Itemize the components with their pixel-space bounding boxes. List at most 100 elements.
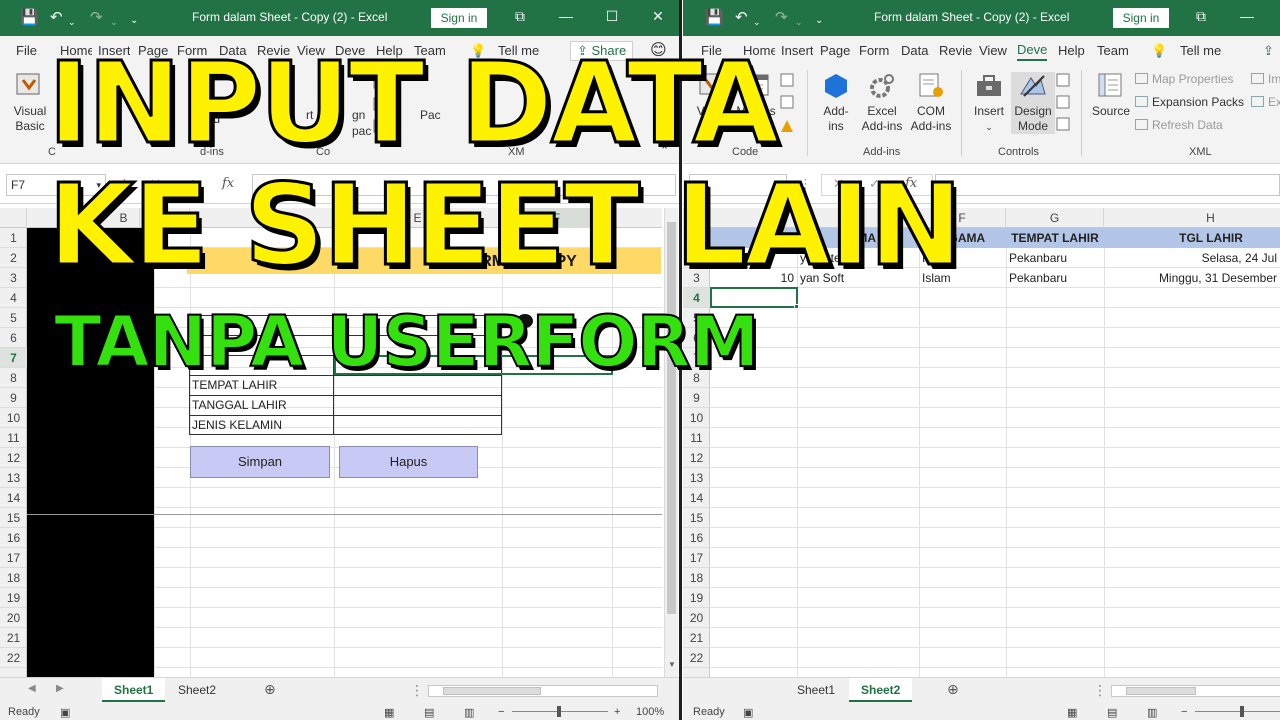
horizontal-scroll-thumb[interactable]: [1126, 687, 1196, 695]
row-header[interactable]: 2: [0, 248, 27, 268]
page-layout-view-icon[interactable]: ▤: [424, 706, 434, 719]
cell-tempat-lahir-1[interactable]: Pekanbaru: [1006, 248, 1104, 268]
row-header[interactable]: 17: [0, 548, 27, 568]
tab-formulas[interactable]: Form: [859, 43, 889, 58]
page-break-view-icon[interactable]: ▥: [464, 706, 474, 719]
next-sheet-icon[interactable]: ▶: [56, 683, 64, 694]
row-header[interactable]: 17: [683, 548, 710, 568]
expansion-packs-button[interactable]: Expansion Packs: [1135, 95, 1244, 109]
row-header[interactable]: 8: [0, 368, 27, 388]
row-header[interactable]: 6: [0, 328, 27, 348]
customize-quick-access-icon[interactable]: ⌄: [130, 12, 138, 30]
row-header[interactable]: 21: [683, 628, 710, 648]
excel-add-ins-button[interactable]: Excel Add-ins: [857, 72, 907, 134]
zoom-out-icon[interactable]: −: [1181, 706, 1187, 718]
row-header[interactable]: 13: [683, 468, 710, 488]
zoom-level[interactable]: 100%: [636, 706, 664, 718]
prev-sheet-icon[interactable]: ◀: [28, 683, 36, 694]
row-header[interactable]: 18: [683, 568, 710, 588]
row-header[interactable]: 20: [683, 608, 710, 628]
tab-view[interactable]: View: [979, 43, 1007, 58]
tab-review[interactable]: Revie: [939, 43, 972, 58]
save-icon[interactable]: 💾: [705, 9, 724, 27]
horizontal-scrollbar[interactable]: [1111, 685, 1280, 697]
row-header[interactable]: 4: [0, 288, 27, 308]
sheet-tab-sheet2[interactable]: Sheet2: [166, 678, 228, 702]
row-header[interactable]: 22: [0, 648, 27, 668]
normal-view-icon[interactable]: ▦: [384, 706, 394, 719]
tab-developer[interactable]: Deve: [1017, 42, 1048, 61]
hapus-button[interactable]: Hapus: [339, 446, 478, 478]
horizontal-scrollbar[interactable]: [428, 685, 658, 697]
com-add-ins-button[interactable]: COM Add-ins: [905, 72, 957, 134]
redo-icon[interactable]: ↷: [775, 9, 788, 27]
row-header[interactable]: 11: [0, 428, 27, 448]
customize-quick-access-icon[interactable]: ⌄: [815, 12, 823, 30]
sign-in-button[interactable]: Sign in: [431, 8, 487, 28]
sheet1-grid[interactable]: FORM DATA PY TEMPAT LAHIR TANGGAL LAHIR …: [27, 228, 662, 677]
sheet2-grid[interactable]: NAMA AGAMA TEMPAT LAHIR TGL LAHIR yan St…: [710, 228, 1280, 677]
fill-handle[interactable]: [794, 304, 799, 309]
row-header[interactable]: 12: [683, 448, 710, 468]
ribbon-display-icon[interactable]: ⧉: [1191, 8, 1211, 25]
row-header[interactable]: 13: [0, 468, 27, 488]
minimize-icon[interactable]: —: [556, 8, 576, 24]
select-all-corner[interactable]: [0, 208, 27, 228]
horizontal-scroll-thumb[interactable]: [443, 687, 541, 695]
row-header[interactable]: 19: [0, 588, 27, 608]
add-sheet-icon[interactable]: ⊕: [947, 681, 959, 698]
tab-team[interactable]: Team: [1097, 43, 1129, 58]
add-sheet-icon[interactable]: ⊕: [264, 681, 276, 698]
redo-icon[interactable]: ↷: [90, 9, 103, 27]
import-button[interactable]: Im: [1251, 72, 1280, 86]
zoom-out-icon[interactable]: −: [498, 706, 504, 718]
maximize-icon[interactable]: ☐: [602, 8, 622, 25]
share-icon[interactable]: ⇪: [1263, 43, 1274, 59]
visual-basic-button[interactable]: Visual Basic: [10, 72, 50, 134]
undo-icon[interactable]: ↶: [50, 9, 63, 27]
map-properties-button[interactable]: Map Properties: [1135, 72, 1233, 86]
zoom-slider[interactable]: [1195, 711, 1280, 712]
tell-me-search[interactable]: Tell me: [1180, 43, 1221, 58]
close-icon[interactable]: ✕: [648, 8, 668, 25]
cell-tgl-lahir-1[interactable]: Selasa, 24 Jul: [1104, 248, 1280, 268]
add-ins-button[interactable]: Add- ins: [815, 72, 857, 134]
row-header[interactable]: 14: [0, 488, 27, 508]
redo-dropdown-icon[interactable]: ⌄: [795, 13, 803, 31]
zoom-slider-thumb[interactable]: [557, 706, 561, 717]
page-break-view-icon[interactable]: ▥: [1147, 706, 1157, 719]
xml-source-button[interactable]: Source: [1089, 72, 1133, 119]
cell-tgl-lahir-2[interactable]: Minggu, 31 Desember: [1104, 268, 1280, 288]
row-header[interactable]: 3: [0, 268, 27, 288]
insert-control-button[interactable]: Insert ⌄: [969, 72, 1009, 135]
tab-insert[interactable]: Insert: [781, 43, 813, 58]
column-header-h[interactable]: H: [1104, 208, 1280, 228]
row-header[interactable]: 15: [0, 508, 27, 528]
formula-input[interactable]: [935, 174, 1280, 196]
row-header[interactable]: 20: [0, 608, 27, 628]
tab-page-layout[interactable]: Page: [820, 43, 850, 58]
row-header[interactable]: 12: [0, 448, 27, 468]
zoom-in-icon[interactable]: +: [614, 706, 620, 718]
row-header[interactable]: 18: [0, 568, 27, 588]
row-header[interactable]: 16: [0, 528, 27, 548]
cell-tempat-lahir-2[interactable]: Pekanbaru: [1006, 268, 1104, 288]
column-header-g[interactable]: G: [1006, 208, 1104, 228]
page-layout-view-icon[interactable]: ▤: [1107, 706, 1117, 719]
sheet-tab-sheet2[interactable]: Sheet2: [849, 678, 913, 702]
minimize-icon[interactable]: —: [1237, 8, 1257, 24]
row-header[interactable]: 10: [0, 408, 27, 428]
undo-icon[interactable]: ↶: [735, 9, 748, 27]
undo-dropdown-icon[interactable]: ⌄: [68, 13, 76, 31]
scroll-down-icon[interactable]: ▼: [668, 660, 676, 669]
sheet-tab-sheet1[interactable]: Sheet1: [102, 678, 166, 702]
normal-view-icon[interactable]: ▦: [1067, 706, 1077, 719]
row-header[interactable]: 9: [683, 388, 710, 408]
row-header[interactable]: 14: [683, 488, 710, 508]
macro-record-icon[interactable]: ▣: [743, 706, 753, 719]
tab-data[interactable]: Data: [901, 43, 928, 58]
lightbulb-icon[interactable]: 💡: [1151, 43, 1167, 59]
save-icon[interactable]: 💾: [20, 9, 39, 27]
ribbon-display-icon[interactable]: ⧉: [510, 8, 530, 25]
simpan-button[interactable]: Simpan: [190, 446, 330, 478]
